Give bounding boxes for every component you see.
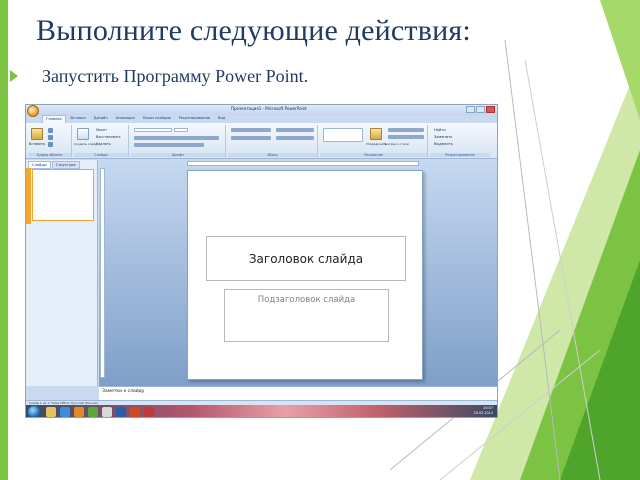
text-direction-buttons[interactable]: [276, 128, 314, 132]
subtitle-placeholder[interactable]: Подзаголовок слайда: [224, 289, 389, 342]
group-label-font: Шрифт: [131, 153, 225, 157]
explorer-taskbar-icon[interactable]: [46, 407, 56, 417]
ribbon-group-drawing: Упорядочить Экспресс-стили Рисование: [320, 125, 428, 157]
group-label-clipboard: Буфер обмена: [28, 153, 71, 157]
new-slide-icon[interactable]: [77, 128, 89, 140]
media-taskbar-icon[interactable]: [74, 407, 84, 417]
minimize-button[interactable]: [466, 106, 475, 113]
app2-taskbar-icon[interactable]: [144, 407, 154, 417]
deco-line-2: [524, 59, 601, 480]
group-label-slides: Слайды: [74, 153, 128, 157]
group-label-drawing: Рисование: [320, 153, 427, 157]
vertical-ruler: [100, 168, 105, 378]
tab-design[interactable]: Дизайн: [91, 115, 111, 123]
horizontal-ruler: [187, 161, 419, 166]
slides-pane: Слайды Структура: [26, 160, 98, 386]
word-taskbar-icon[interactable]: [116, 407, 126, 417]
title-placeholder[interactable]: Заголовок слайда: [206, 236, 406, 281]
tab-slides[interactable]: Слайды: [28, 161, 51, 169]
windows-taskbar: 20:07 20.02.2012: [26, 405, 497, 417]
left-accent-bar: [0, 0, 8, 480]
slide-selection-marker: [26, 168, 31, 224]
clock-date: 20.02.2012: [473, 411, 493, 415]
reset-button[interactable]: Восстановить: [96, 135, 121, 139]
window-controls: [466, 106, 495, 113]
ribbon: Вставить Буфер обмена Создать слайд Маке…: [26, 123, 497, 159]
bullet-arrow-icon: [10, 70, 18, 82]
green-shape-light: [600, 0, 640, 120]
select-button[interactable]: Выделить: [434, 142, 453, 146]
quick-styles-button[interactable]: Экспресс-стили: [384, 142, 409, 146]
maximize-button[interactable]: [476, 106, 485, 113]
app-taskbar-icon[interactable]: [88, 407, 98, 417]
taskbar-clock: 20:07 20.02.2012: [474, 406, 493, 416]
find-button[interactable]: Найти: [434, 128, 446, 132]
close-button[interactable]: [486, 106, 495, 113]
smartart-button[interactable]: [276, 136, 314, 140]
font-name-box[interactable]: [134, 128, 172, 132]
deco-line-1: [504, 39, 561, 480]
ribbon-group-editing: Найти Заменить Выделить Редактирование: [430, 125, 490, 157]
format-painter-icon[interactable]: [48, 142, 53, 147]
slide-thumbnail[interactable]: [32, 169, 94, 221]
shape-fill-buttons[interactable]: [388, 128, 424, 132]
chrome-taskbar-icon[interactable]: [102, 407, 112, 417]
new-slide-button-label[interactable]: Создать слайд: [74, 142, 97, 146]
ribbon-group-paragraph: Абзац: [228, 125, 318, 157]
font-format-buttons[interactable]: [134, 136, 219, 140]
quick-styles-icon[interactable]: [370, 128, 382, 140]
tab-slideshow[interactable]: Показ слайдов: [140, 115, 174, 123]
notes-placeholder: Заметки к слайду: [102, 389, 145, 394]
tab-animation[interactable]: Анимация: [113, 115, 138, 123]
list-buttons[interactable]: [231, 128, 271, 132]
window-titlebar: Презентация1 - Microsoft PowerPoint: [26, 105, 497, 117]
group-label-editing: Редактирование: [430, 153, 490, 157]
slides-pane-tabs: Слайды Структура: [28, 161, 80, 169]
shapes-gallery[interactable]: [323, 128, 363, 142]
tab-view[interactable]: Вид: [215, 115, 228, 123]
delete-button[interactable]: Удалить: [96, 142, 111, 146]
tab-outline[interactable]: Структура: [51, 161, 80, 169]
tab-insert[interactable]: Вставка: [68, 115, 89, 123]
slide-body-text: Запустить Программу Power Point.: [42, 66, 309, 86]
slide-canvas[interactable]: Заголовок слайда Подзаголовок слайда: [187, 170, 423, 380]
ribbon-tabs: Главная Вставка Дизайн Анимация Показ сл…: [42, 115, 228, 123]
align-buttons[interactable]: [231, 136, 271, 140]
start-button-icon[interactable]: [28, 406, 40, 417]
green-shape-front: [560, 260, 640, 480]
font-size-box[interactable]: [174, 128, 188, 132]
layout-button[interactable]: Макет: [96, 128, 107, 132]
browser-taskbar-icon[interactable]: [60, 407, 70, 417]
powerpoint-taskbar-icon[interactable]: [130, 407, 140, 417]
shape-outline-buttons[interactable]: [388, 135, 424, 139]
green-shape-mid: [520, 150, 640, 480]
ribbon-group-clipboard: Вставить Буфер обмена: [28, 125, 72, 157]
paste-icon[interactable]: [31, 128, 43, 140]
group-label-paragraph: Абзац: [228, 153, 317, 157]
tab-review[interactable]: Рецензирование: [176, 115, 213, 123]
cut-icon[interactable]: [48, 128, 53, 133]
notes-pane[interactable]: Заметки к слайду: [99, 386, 497, 400]
powerpoint-screenshot: Презентация1 - Microsoft PowerPoint Глав…: [25, 104, 498, 418]
copy-icon[interactable]: [48, 135, 53, 140]
window-title: Презентация1 - Microsoft PowerPoint: [231, 106, 307, 111]
paste-button-label[interactable]: Вставить: [29, 142, 45, 146]
replace-button[interactable]: Заменить: [434, 135, 452, 139]
ribbon-group-slides: Создать слайд Макет Восстановить Удалить…: [74, 125, 129, 157]
tab-home[interactable]: Главная: [42, 115, 66, 123]
office-button-icon[interactable]: [27, 105, 39, 117]
font-effects-buttons[interactable]: [134, 143, 204, 147]
ribbon-group-font: Шрифт: [131, 125, 226, 157]
slide-edit-area: Заголовок слайда Подзаголовок слайда: [99, 160, 497, 386]
slide-title: Выполните следующие действия:: [36, 14, 471, 47]
